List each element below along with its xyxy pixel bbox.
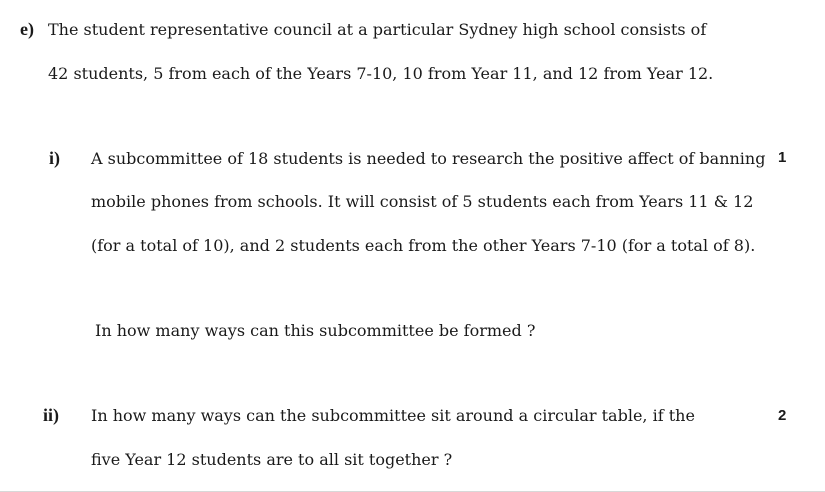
part-i-line-2: mobile phones from schools. It will cons… bbox=[91, 192, 754, 211]
question-e-intro-line-2: 42 students, 5 from each of the Years 7-… bbox=[48, 64, 714, 83]
part-ii-label: ii) bbox=[43, 405, 59, 425]
part-i-line-1: A subcommittee of 18 students is needed … bbox=[91, 149, 766, 168]
question-e-label: e) bbox=[20, 19, 34, 39]
part-i-marks: 1 bbox=[778, 149, 787, 166]
part-ii-line-1: In how many ways can the subcommittee si… bbox=[91, 406, 695, 425]
exam-page: e) The student representative council at… bbox=[0, 0, 825, 492]
part-i-question: In how many ways can this subcommittee b… bbox=[95, 321, 536, 340]
part-i-label: i) bbox=[49, 148, 60, 168]
part-ii-marks: 2 bbox=[778, 407, 787, 424]
part-ii-line-2: five Year 12 students are to all sit tog… bbox=[91, 450, 453, 469]
part-i-line-3: (for a total of 10), and 2 students each… bbox=[91, 236, 756, 255]
question-e-intro-line-1: The student representative council at a … bbox=[48, 20, 707, 39]
